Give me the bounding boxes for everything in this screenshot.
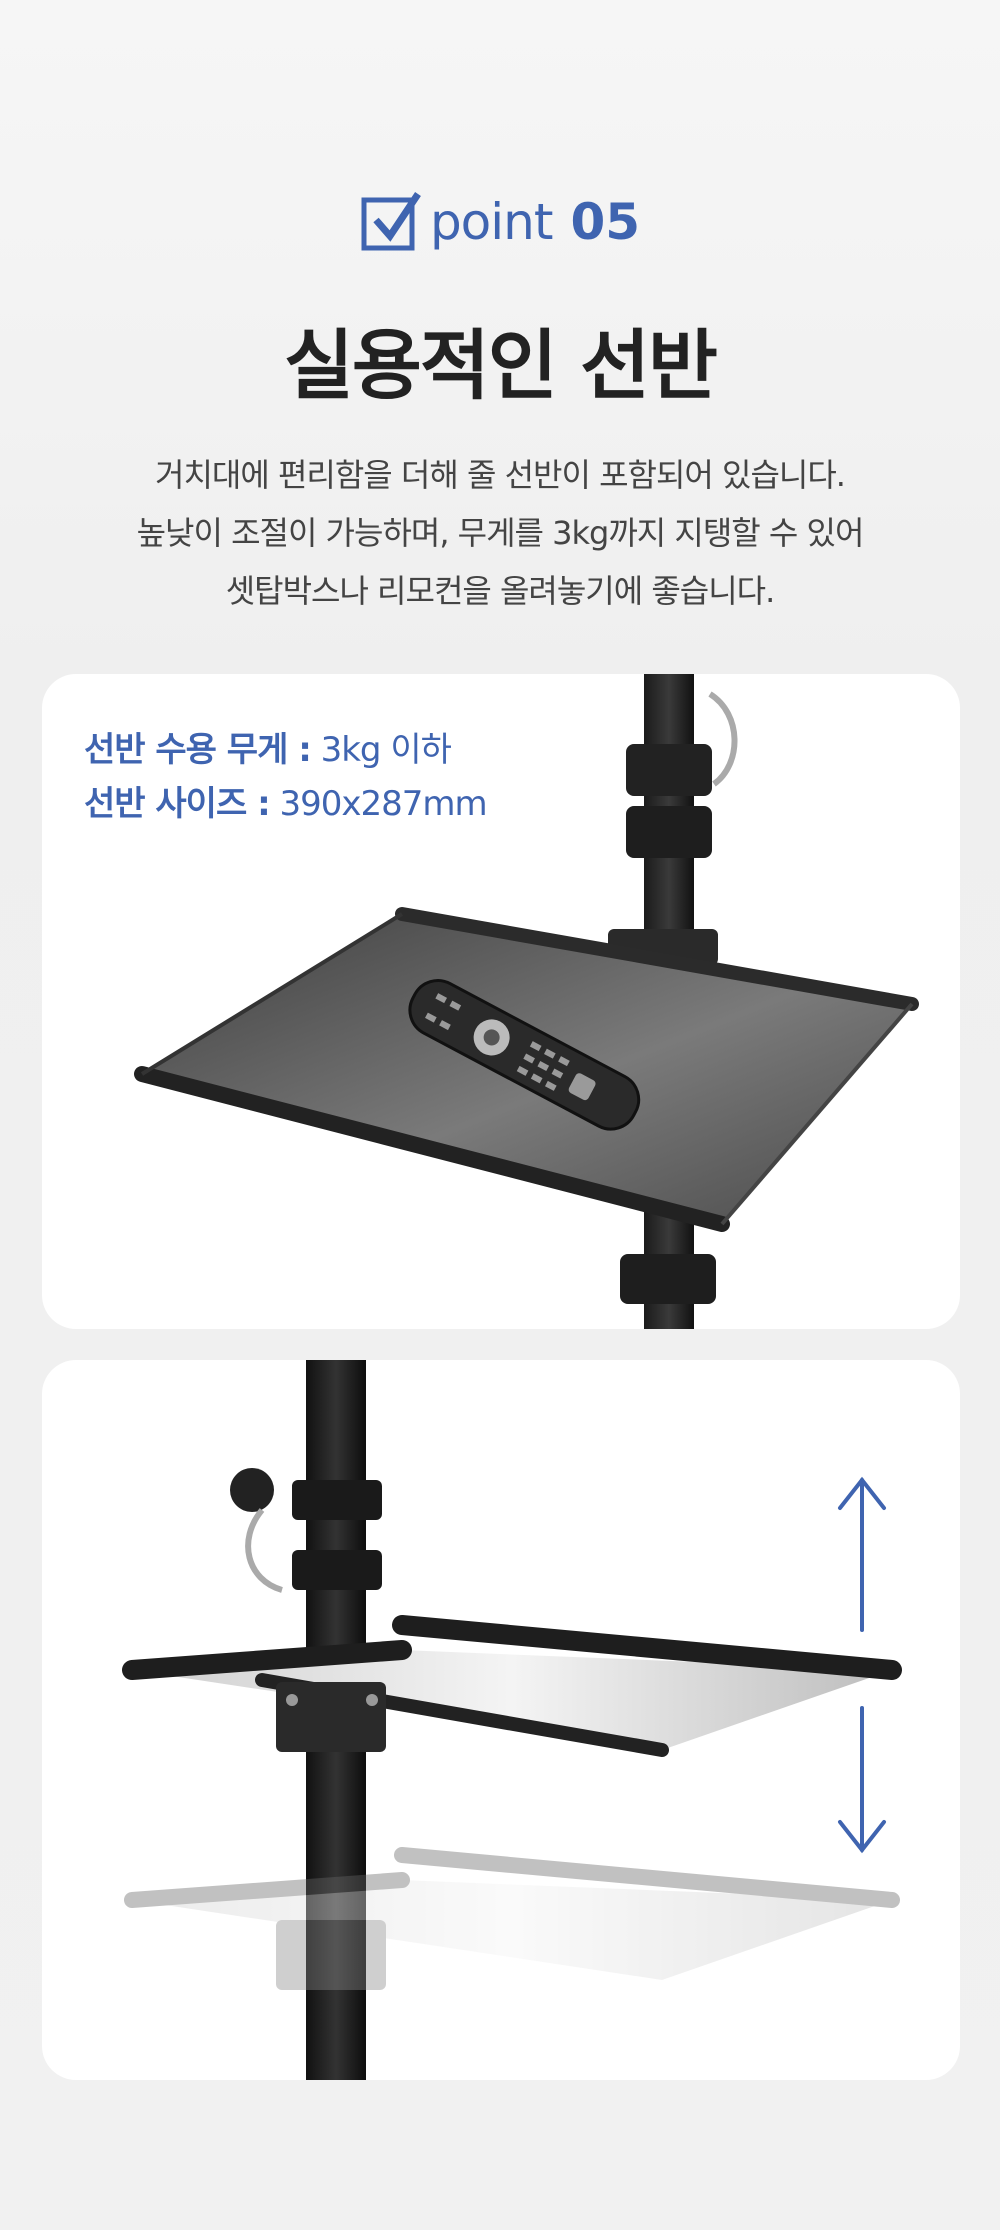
point-badge: point 05 (0, 190, 1000, 254)
down-arrow-icon (838, 1706, 886, 1854)
up-arrow-icon (838, 1476, 886, 1632)
spec-size-label: 선반 사이즈 : (84, 784, 271, 824)
spec-size-value: 390x287mm (269, 784, 487, 824)
section-title: 실용적인 선반 (284, 321, 718, 410)
description: 거치대에 편리함을 더해 줄 선반이 포함되어 있습니다. 높낮이 조절이 가능… (0, 446, 1000, 620)
spec-weight: 선반 수용 무게 : 3kg 이하 (84, 722, 452, 771)
description-line: 셋탑박스나 리모컨을 올려놓기에 좋습니다. (225, 572, 776, 610)
badge-label: point (429, 193, 554, 251)
shelf-spec-card: 선반 수용 무게 : 3kg 이하 선반 사이즈 : 390x287mm (42, 674, 960, 1329)
height-adjustable-shelf-image (122, 1360, 902, 2080)
description-line: 거치대에 편리함을 더해 줄 선반이 포함되어 있습니다. (155, 456, 846, 494)
badge-number: 05 (570, 193, 641, 251)
checkbox-icon (361, 192, 421, 251)
description-line: 높낮이 조절이 가능하며, 무게를 3kg까지 지탱할 수 있어 (136, 514, 865, 552)
spec-weight-value: 3kg 이하 (310, 730, 452, 770)
shelf-with-remote-image (134, 674, 919, 1329)
spec-size: 선반 사이즈 : 390x287mm (84, 776, 488, 825)
height-adjust-card (42, 1360, 960, 2080)
spec-weight-label: 선반 수용 무게 : (84, 730, 312, 770)
